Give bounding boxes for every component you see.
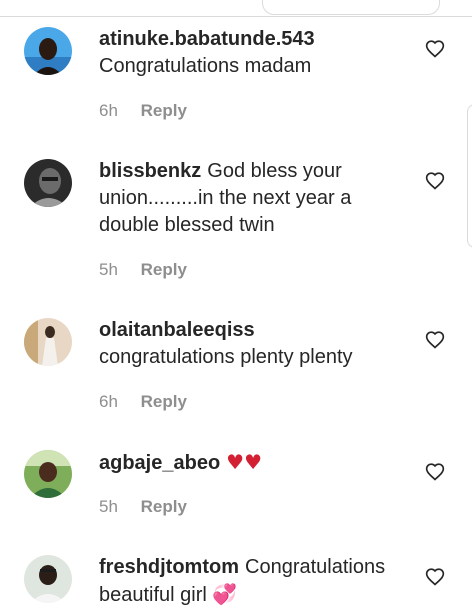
avatar[interactable] bbox=[24, 159, 72, 207]
top-bar bbox=[0, 0, 472, 17]
comment-meta: 6h Reply bbox=[99, 101, 187, 121]
comment-username[interactable]: blissbenkz bbox=[99, 160, 201, 182]
comment-username[interactable]: olaitanbaleeqiss bbox=[99, 319, 255, 341]
comment-username[interactable]: agbaje_abeo bbox=[99, 452, 220, 474]
comments-screen: atinuke.babatunde.543 Congratulations ma… bbox=[0, 0, 472, 616]
reply-button[interactable]: Reply bbox=[141, 392, 187, 411]
heart-outline-icon[interactable] bbox=[425, 171, 445, 191]
reply-button[interactable]: Reply bbox=[141, 260, 187, 279]
reply-button[interactable]: Reply bbox=[141, 497, 187, 516]
avatar[interactable] bbox=[24, 450, 72, 498]
heart-outline-icon[interactable] bbox=[425, 462, 445, 482]
revolving-hearts-emoji: 💞 bbox=[212, 582, 238, 606]
comment-body: agbaje_abeo ♥♥ bbox=[99, 449, 409, 477]
comment-time: 5h bbox=[99, 497, 118, 516]
avatar[interactable] bbox=[24, 555, 72, 603]
side-panel-edge bbox=[467, 104, 472, 248]
hearts-emoji: ♥♥ bbox=[226, 450, 263, 474]
comment-body: freshdjtomtom Congratulations beautiful g… bbox=[99, 554, 409, 609]
comment-body: olaitanbaleeqiss congratulations plenty … bbox=[99, 317, 409, 371]
comment-time: 6h bbox=[99, 101, 118, 120]
comment-username[interactable]: freshdjtomtom bbox=[99, 556, 239, 578]
heart-outline-icon[interactable] bbox=[425, 39, 445, 59]
avatar[interactable] bbox=[24, 27, 72, 75]
avatar[interactable] bbox=[24, 318, 72, 366]
comment-body: atinuke.babatunde.543 Congratulations ma… bbox=[99, 26, 409, 80]
comment-username[interactable]: atinuke.babatunde.543 bbox=[99, 28, 315, 50]
comment-time: 5h bbox=[99, 260, 118, 279]
comment-meta: 6h Reply bbox=[99, 392, 187, 412]
reply-button[interactable]: Reply bbox=[141, 101, 187, 120]
comment-meta: 5h Reply bbox=[99, 497, 187, 517]
comment-time: 6h bbox=[99, 392, 118, 411]
top-handle bbox=[262, 0, 440, 15]
comment-text: Congratulations madam bbox=[99, 55, 312, 77]
comment-body: blissbenkz God bless your union.........i… bbox=[99, 158, 409, 239]
heart-outline-icon[interactable] bbox=[425, 567, 445, 587]
comment-meta: 5h Reply bbox=[99, 260, 187, 280]
heart-outline-icon[interactable] bbox=[425, 330, 445, 350]
comment-text: congratulations plenty plenty bbox=[99, 346, 353, 368]
